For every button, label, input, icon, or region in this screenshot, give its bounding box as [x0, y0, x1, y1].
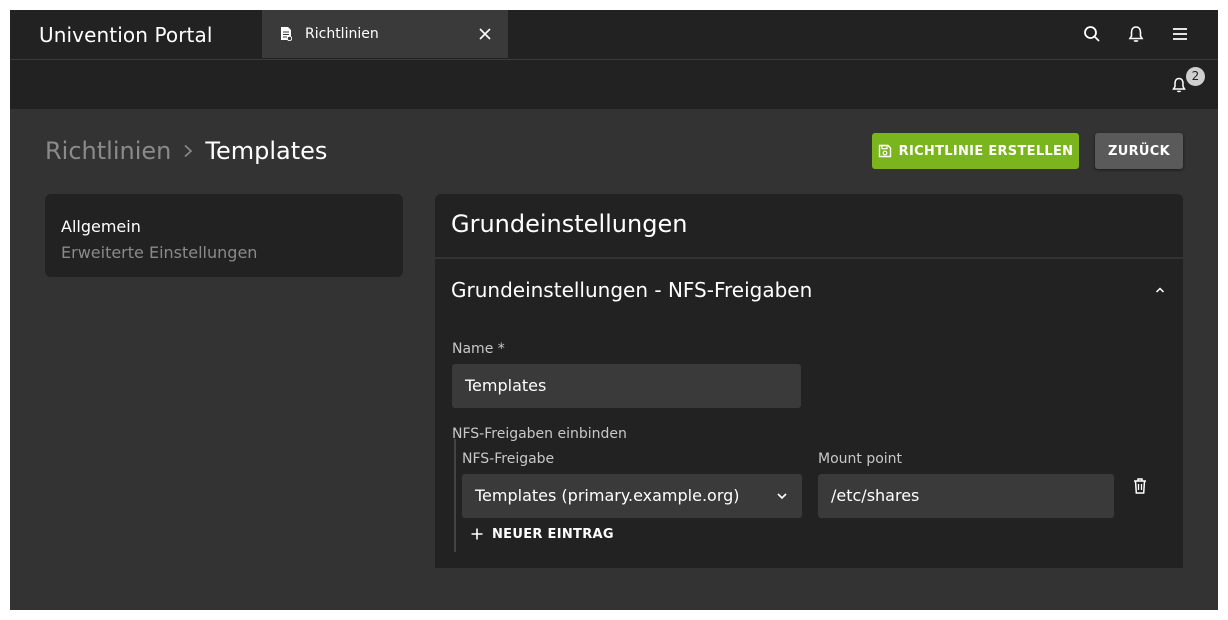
bell-icon[interactable] — [1127, 25, 1145, 43]
close-icon[interactable] — [478, 27, 492, 41]
chevron-right-icon — [184, 144, 193, 158]
back-label: ZURÜCK — [1108, 143, 1170, 159]
plus-icon — [471, 528, 483, 540]
menu-icon[interactable] — [1171, 25, 1189, 43]
create-policy-button[interactable]: RICHTLINIE ERSTELLEN — [872, 133, 1079, 169]
add-entry-label: NEUER EINTRAG — [492, 526, 614, 542]
nav-item-erweiterte-einstellungen[interactable]: Erweiterte Einstellungen — [61, 240, 387, 266]
portal-title[interactable]: Univention Portal — [39, 10, 213, 60]
panel-title: Grundeinstellungen — [451, 210, 688, 238]
notification-count-badge: 2 — [1186, 67, 1205, 86]
name-input[interactable]: Templates — [452, 364, 801, 408]
notification-bell-icon[interactable] — [1171, 77, 1187, 93]
nav-item-allgemein[interactable]: Allgemein — [61, 214, 387, 240]
multivalue-indicator — [454, 439, 456, 552]
portal-window: Univention Portal Richtlinien 2 Richtlin… — [10, 10, 1218, 610]
page-title: Templates — [205, 137, 328, 165]
tab-label: Richtlinien — [305, 26, 379, 42]
notification-bar: 2 — [10, 60, 1218, 109]
mount-point-label: Mount point — [818, 451, 903, 467]
save-icon — [878, 144, 891, 158]
mounts-label: NFS-Freigaben einbinden — [452, 426, 627, 442]
chevron-down-icon — [777, 493, 787, 500]
search-icon[interactable] — [1083, 25, 1101, 43]
section-title[interactable]: Grundeinstellungen - NFS-Freigaben — [451, 278, 812, 302]
name-label: Name * — [452, 341, 505, 357]
back-button[interactable]: ZURÜCK — [1095, 133, 1183, 169]
document-icon — [281, 27, 292, 41]
chevron-up-icon[interactable] — [1154, 284, 1166, 296]
share-select-value: Templates (primary.example.org) — [475, 486, 740, 505]
breadcrumb-parent[interactable]: Richtlinien — [45, 137, 171, 165]
share-select[interactable]: Templates (primary.example.org) — [462, 474, 802, 518]
main-panel: Grundeinstellungen Grundeinstellungen - … — [435, 194, 1183, 568]
trash-icon[interactable] — [1132, 477, 1148, 495]
add-entry-button[interactable]: NEUER EINTRAG — [471, 524, 614, 544]
side-navigation: Allgemein Erweiterte Einstellungen — [45, 194, 403, 277]
create-policy-label: RICHTLINIE ERSTELLEN — [898, 143, 1074, 159]
panel-divider — [435, 257, 1183, 259]
tab-richtlinien[interactable]: Richtlinien — [262, 10, 508, 58]
top-bar: Univention Portal Richtlinien — [10, 10, 1218, 60]
share-label: NFS-Freigabe — [462, 451, 555, 467]
mount-point-input[interactable]: /etc/shares — [818, 474, 1114, 518]
breadcrumb: Richtlinien Templates — [45, 135, 327, 167]
